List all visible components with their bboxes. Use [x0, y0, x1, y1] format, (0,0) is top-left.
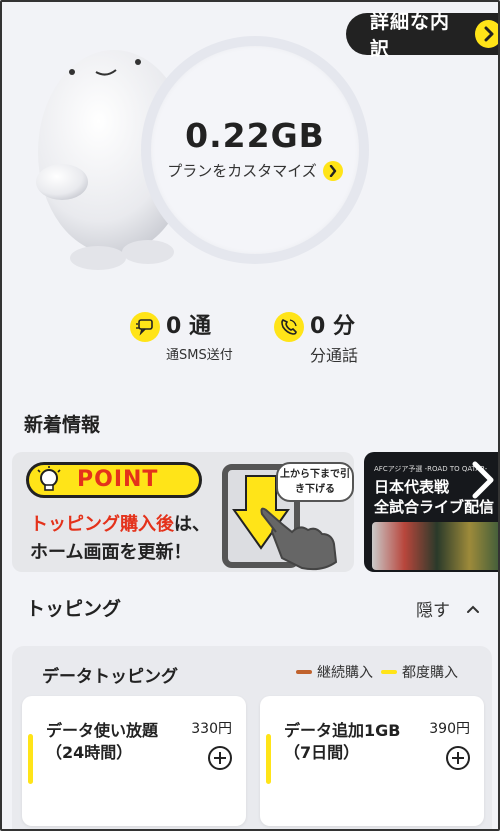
banner-subline: ホーム画面を更新！	[30, 542, 192, 563]
sms-icon	[130, 312, 160, 342]
app-screen: 詳細な内訳 0.22GB プランをカスタマイズ 0 通 通SMS送付 0 分 分…	[0, 0, 500, 831]
chevron-right-icon	[472, 461, 494, 499]
data-topping-title: データトッピング	[42, 667, 178, 687]
call-label: 分通話	[310, 346, 359, 365]
banner-title: 日本代表戦	[374, 478, 450, 496]
plus-circle-icon[interactable]	[446, 746, 470, 770]
purchase-legend: 継続購入 都度購入	[296, 662, 466, 682]
plus-circle-icon[interactable]	[208, 746, 232, 770]
option-price: 330円	[191, 721, 232, 737]
one-time-indicator	[28, 734, 33, 784]
legend-item-one-time: 都度購入	[381, 662, 458, 682]
legend-item-recurring: 継続購入	[296, 662, 373, 682]
sms-stat: 0 通 通SMS送付	[130, 308, 233, 363]
call-minutes: 0 分	[310, 314, 355, 339]
option-name: データ使い放題（24時間）	[46, 721, 159, 762]
players-image	[372, 522, 498, 570]
data-usage-value: 0.22GB	[185, 116, 325, 155]
chevron-right-icon	[475, 20, 498, 48]
topping-option-unlimited[interactable]: データ使い放題（24時間） 330円	[22, 696, 246, 826]
customize-plan-link[interactable]: プランをカスタマイズ	[151, 160, 359, 181]
phone-icon	[274, 312, 304, 342]
news-banner-point[interactable]: POINT トッピング購入後は、 ホーム画面を更新！ 上から下まで引き下げる	[12, 452, 354, 572]
hide-label: 隠す	[416, 601, 450, 621]
banner-headline: トッピング購入後は、	[30, 514, 210, 535]
hide-toggle[interactable]: 隠す	[416, 596, 480, 621]
news-section-title: 新着情報	[24, 414, 101, 436]
customize-plan-label: プランをカスタマイズ	[167, 162, 317, 180]
pull-down-tip: 上から下まで引き下げる	[276, 462, 354, 502]
hand-icon	[260, 507, 338, 571]
one-time-indicator	[266, 734, 271, 784]
lightbulb-icon	[37, 466, 61, 491]
call-stat: 0 分 分通話	[274, 308, 358, 366]
point-badge: POINT	[26, 462, 202, 498]
news-banner-japan-match[interactable]: AFCアジア予選 -ROAD TO QATAR- 日本代表戦 全試合ライブ配信	[364, 452, 498, 572]
topping-option-1gb[interactable]: データ追加1GB（7日間） 390円	[260, 696, 484, 826]
detail-breakdown-button[interactable]: 詳細な内訳	[346, 11, 498, 60]
option-name: データ追加1GB（7日間）	[284, 721, 401, 762]
toppings-section-title: トッピング	[26, 598, 122, 620]
chevron-up-icon	[467, 605, 479, 613]
sms-label: 通SMS送付	[166, 348, 233, 363]
detail-breakdown-label: 詳細な内訳	[370, 11, 451, 60]
sms-count: 0 通	[166, 314, 211, 339]
chevron-right-icon	[322, 160, 343, 181]
point-badge-label: POINT	[77, 467, 159, 492]
option-price: 390円	[429, 721, 470, 737]
